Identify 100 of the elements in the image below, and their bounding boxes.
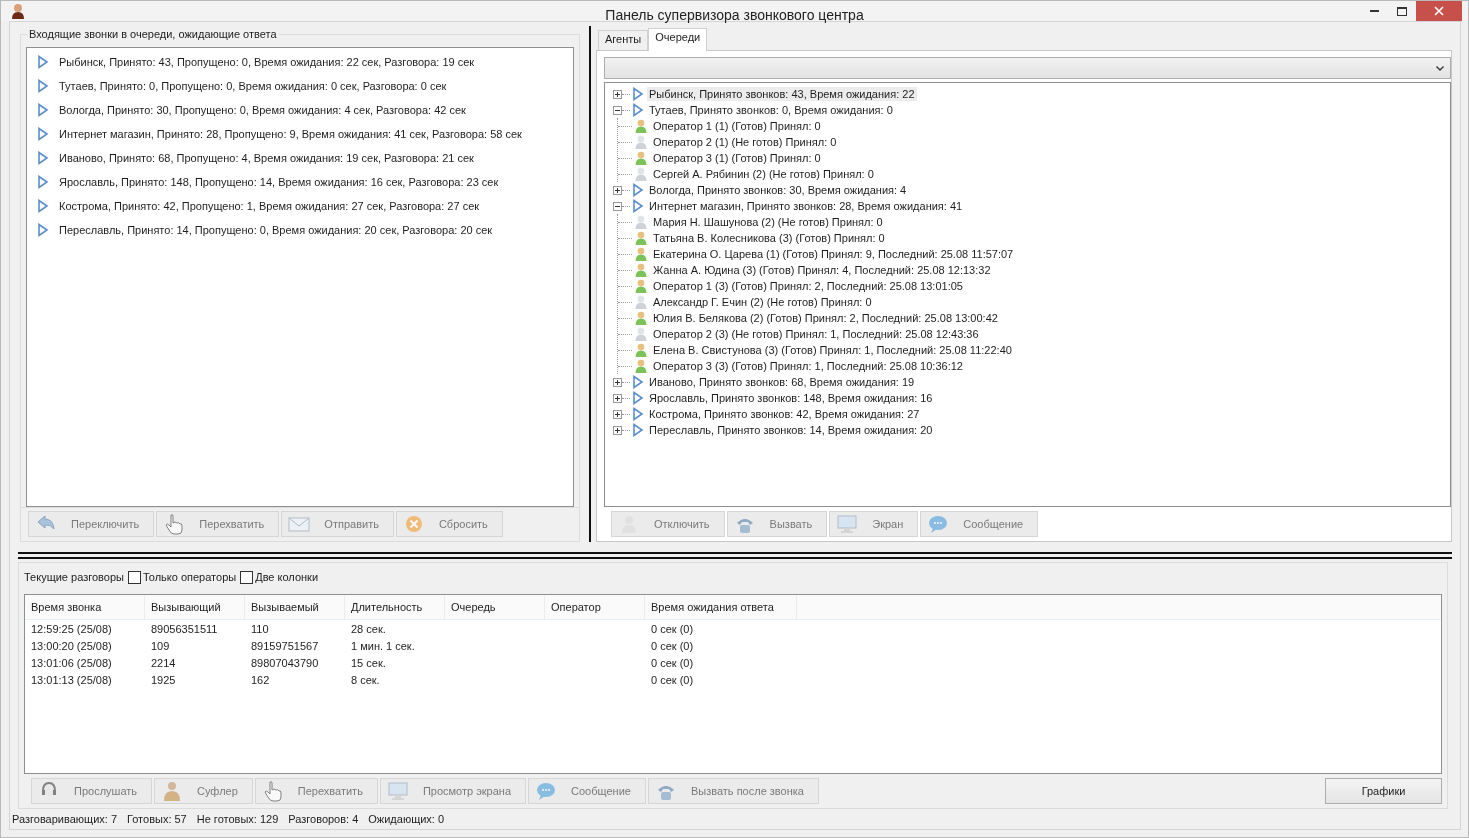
window-title: Панель супервизора звонкового центра [604, 7, 865, 23]
column-header[interactable]: Вызываемый [245, 595, 345, 619]
table-cell-text: 13:00:20 (25/08) [30, 639, 113, 654]
column-header[interactable]: Оператор [545, 595, 645, 619]
column-header[interactable]: Время ожидания ответа [645, 595, 797, 619]
table-cell-text: 0 сек (0) [650, 622, 695, 637]
list-item[interactable]: Кострома, Принято: 42, Пропущено: 1, Время ожидания: 27 сек, Разговора: 27 сек [59, 200, 480, 212]
close-icon [1434, 6, 1444, 16]
play-triangle-icon [632, 199, 644, 213]
splitter[interactable] [18, 552, 1452, 559]
status-text: Готовых: 57 [127, 813, 187, 825]
play-triangle-icon [632, 407, 644, 421]
column-header[interactable]: Вызывающий [145, 595, 245, 619]
tree-item[interactable]: Сергей А. Рябинин (2) (Не готов) Принял: 0 [647, 168, 874, 180]
play-triangle-icon [37, 55, 49, 69]
table-cell-text: 15 сек. [350, 656, 387, 671]
tree-item[interactable]: Интернет магазин, Принято звонков: 28, Время ожидания: 41 [647, 199, 965, 213]
column-header[interactable]: Длительность [345, 595, 445, 619]
play-triangle-icon [37, 151, 49, 165]
tab[interactable]: Очереди [648, 28, 708, 51]
play-triangle-icon [37, 199, 49, 213]
person-icon [11, 3, 25, 19]
expand-button[interactable] [613, 89, 622, 99]
list-item[interactable]: Рыбинск, Принято: 43, Пропущено: 0, Время ожидания: 22 сек, Разговора: 19 сек [59, 56, 475, 68]
tree-item[interactable]: Оператор 2 (3) (Не готов) Принял: 1, Последний: 25.08 12:43:36 [647, 328, 979, 340]
chat-bubble-icon [927, 513, 950, 535]
table-cell-text: 1 мин. 1 сек. [350, 639, 416, 654]
checkbox-label[interactable]: Только операторы [142, 571, 237, 583]
checkbox-label[interactable]: Две колонки [255, 571, 319, 583]
tree-item[interactable]: Оператор 3 (1) (Готов) Принял: 0 [647, 152, 821, 164]
expand-button[interactable] [613, 425, 622, 435]
table-cell-text: 0 сек (0) [650, 656, 695, 671]
expand-button[interactable] [613, 409, 622, 419]
play-triangle-icon [632, 183, 644, 197]
table-cell-text: 162 [250, 673, 271, 688]
expand-button[interactable] [613, 185, 622, 195]
play-triangle-icon [37, 175, 49, 189]
maximize-icon [1397, 6, 1407, 16]
expand-button[interactable] [613, 377, 622, 387]
table-cell-text: 0 сек (0) [650, 639, 695, 654]
collapse-button[interactable] [613, 105, 622, 115]
table-cell-text: 2214 [150, 656, 177, 671]
table-cell-text: 13:01:06 (25/08) [30, 656, 113, 671]
tree-item[interactable]: Оператор 1 (3) (Готов) Принял: 2, Последний: 25.08 13:01:05 [647, 280, 963, 292]
tree-item[interactable]: Иваново, Принято звонков: 68, Время ожидания: 19 [647, 375, 917, 389]
tree-item[interactable]: Мария Н. Шашунова (2) (Не готов) Принял: 0 [647, 216, 883, 228]
tree-item[interactable]: Кострома, Принято звонков: 42, Время ожидания: 27 [647, 407, 922, 421]
checkbox[interactable] [240, 570, 254, 584]
tree-item[interactable]: Тутаев, Принято звонков: 0, Время ожидания: 0 [647, 103, 895, 117]
list-item[interactable]: Тутаев, Принято: 0, Пропущено: 0, Время ожидания: 0 сек, Разговора: 0 сек [59, 80, 447, 92]
list-item[interactable]: Иваново, Принято: 68, Пропущено: 4, Время ожидания: 19 сек, Разговора: 21 сек [59, 152, 474, 164]
table-cell-text: 89159751567 [250, 639, 320, 654]
tree-item[interactable]: Переславль, Принято звонков: 14, Время ожидания: 20 [647, 423, 935, 437]
play-triangle-icon [632, 423, 644, 437]
list-item[interactable]: Интернет магазин, Принято: 28, Пропущено: 9, Время ожидания: 41 сек, Разговора: 58 сек [59, 128, 522, 140]
table-cell-text: 0 сек (0) [650, 673, 695, 688]
checkbox[interactable] [127, 570, 141, 584]
column-header[interactable]: Время звонка [25, 595, 145, 619]
status-text: Ожидающих: 0 [368, 813, 445, 825]
play-triangle-icon [37, 79, 49, 93]
table-cell-text: 1925 [150, 673, 177, 688]
table-cell-text: 110 [250, 622, 270, 637]
table-cell-text: 12:59:25 (25/08) [30, 622, 113, 637]
list-item[interactable]: Вологда, Принято: 30, Пропущено: 0, Время ожидания: 4 сек, Разговора: 42 сек [59, 104, 466, 116]
table-cell-text: 28 сек. [350, 622, 387, 637]
table-cell-text: 89056351511 [150, 622, 219, 637]
tree-item[interactable]: Ярославль, Принято звонков: 148, Время ожидания: 16 [647, 391, 935, 405]
expand-button[interactable] [613, 393, 622, 403]
hand-pointer-icon [163, 513, 186, 535]
column-header[interactable]: Очередь [445, 595, 545, 619]
tree-item[interactable]: Екатерина О. Царева (1) (Готов) Принял: 9, Последний: 25.08 11:57:07 [647, 248, 1014, 260]
play-triangle-icon [632, 391, 644, 405]
caret-icon [1436, 65, 1444, 71]
minimize-icon [1369, 10, 1379, 12]
tab[interactable]: Агенты [598, 30, 649, 50]
play-triangle-icon [37, 127, 49, 141]
tree-item[interactable]: Жанна А. Юдина (3) (Готов) Принял: 4, Последний: 25.08 12:13:32 [647, 264, 991, 276]
play-triangle-icon [632, 103, 644, 117]
table-cell-text: 8 сек. [350, 673, 381, 688]
play-triangle-icon [37, 103, 49, 117]
charts-button[interactable]: Графики [1325, 778, 1442, 804]
table-cell-text: 13:01:13 (25/08) [30, 673, 113, 688]
play-triangle-icon [37, 223, 49, 237]
tree-item[interactable]: Татьяна В. Колесникова (3) (Готов) Принял: 0 [647, 232, 885, 244]
tree-item[interactable]: Оператор 1 (1) (Готов) Принял: 0 [647, 120, 821, 132]
tree-item[interactable]: Юлия В. Белякова (2) (Готов) Принял: 2, Последний: 25.08 13:00:42 [647, 312, 998, 324]
monitor-icon [836, 513, 859, 535]
tree-item[interactable]: Елена В. Свистунова (3) (Готов) Принял: 1, Последний: 25.08 11:22:40 [647, 344, 1012, 356]
status-text: Разговоров: 4 [288, 813, 359, 825]
list-item[interactable]: Переславль, Принято: 14, Пропущено: 0, Время ожидания: 20 сек, Разговора: 20 сек [59, 224, 493, 236]
tree-item[interactable]: Оператор 2 (1) (Не готов) Принял: 0 [647, 136, 837, 148]
tree-item[interactable]: Оператор 3 (3) (Готов) Принял: 1, Последний: 25.08 10:36:12 [647, 360, 963, 372]
status-text: Не готовых: 129 [196, 813, 279, 825]
tree-item[interactable]: Александр Г. Ечин (2) (Не готов) Принял: 0 [647, 296, 872, 308]
group-title: Входящие звонки в очереди, ожидающие ответа [27, 28, 279, 40]
play-triangle-icon [632, 375, 644, 389]
tree-item[interactable]: Рыбинск, Принято звонков: 43, Время ожидания: 22 [647, 87, 917, 101]
list-item[interactable]: Ярославль, Принято: 148, Пропущено: 14, Время ожидания: 16 сек, Разговора: 23 сек [59, 176, 499, 188]
collapse-button[interactable] [613, 201, 622, 211]
tree-item[interactable]: Вологда, Принято звонков: 30, Время ожидания: 4 [647, 183, 909, 197]
